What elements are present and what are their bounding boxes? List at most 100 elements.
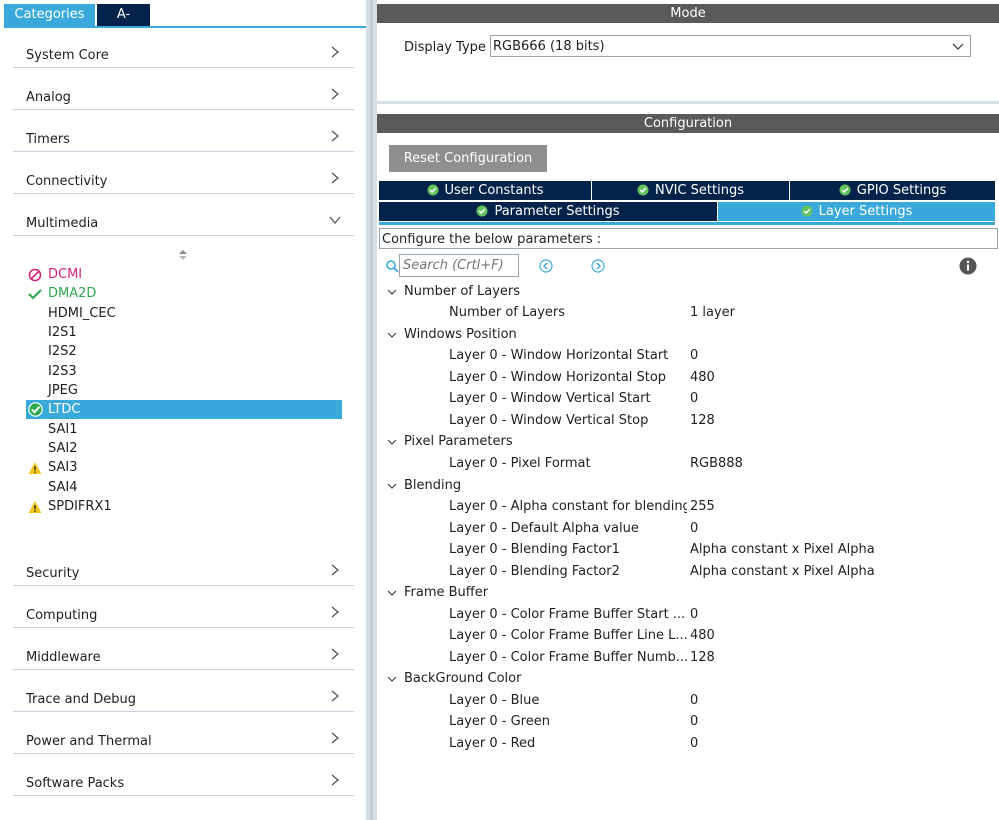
- param-row[interactable]: Layer 0 - Green 0: [449, 713, 989, 733]
- configuration-header: Configuration: [377, 114, 999, 133]
- display-type-select[interactable]: RGB666 (18 bits): [490, 35, 971, 57]
- param-row[interactable]: Layer 0 - Color Frame Buffer Numb... 128: [449, 649, 989, 669]
- param-row[interactable]: Number of Layers 1 layer: [449, 304, 989, 324]
- param-row[interactable]: Layer 0 - Window Vertical Start 0: [449, 390, 989, 410]
- tabs-underline: [4, 26, 366, 28]
- group-background-color[interactable]: BackGround Color: [377, 670, 677, 690]
- category-label: Trace and Debug: [26, 692, 136, 707]
- peripheral-sai3[interactable]: SAI3: [26, 458, 342, 477]
- tab-a-to-z[interactable]: A->Z: [97, 4, 150, 44]
- peripheral-i2s1[interactable]: I2S1: [26, 323, 342, 342]
- tab-label: GPIO Settings: [856, 183, 947, 198]
- peripheral-label: I2S1: [48, 325, 77, 340]
- param-row[interactable]: Layer 0 - Color Frame Buffer Start ... 0: [449, 606, 989, 626]
- param-value: 0: [690, 607, 699, 622]
- param-row[interactable]: Layer 0 - Red 0: [449, 735, 989, 755]
- category-analog[interactable]: Analog: [13, 84, 354, 110]
- category-multimedia[interactable]: Multimedia: [13, 210, 354, 236]
- group-label: Frame Buffer: [404, 585, 489, 600]
- category-trace-and-debug[interactable]: Trace and Debug: [13, 686, 354, 712]
- peripheral-i2s2[interactable]: I2S2: [26, 342, 342, 361]
- tab-nvic-settings[interactable]: NVIC Settings: [592, 181, 790, 200]
- peripheral-jpeg[interactable]: JPEG: [26, 381, 342, 400]
- param-name: Layer 0 - Blue: [449, 693, 540, 708]
- param-name: Layer 0 - Window Horizontal Start: [449, 348, 669, 363]
- param-name: Layer 0 - Pixel Format: [449, 456, 591, 471]
- param-row[interactable]: Layer 0 - Window Horizontal Start 0: [449, 347, 989, 367]
- param-row[interactable]: Layer 0 - Alpha constant for blending 25…: [449, 498, 989, 518]
- group-frame-buffer[interactable]: Frame Buffer: [377, 584, 677, 604]
- chevron-down-icon: [387, 332, 397, 338]
- category-computing[interactable]: Computing: [13, 602, 354, 628]
- tab-categories[interactable]: Categories: [4, 4, 95, 26]
- categories-panel: Categories A->Z System Core Analog Timer…: [0, 0, 366, 820]
- tab-user-constants[interactable]: User Constants: [379, 181, 592, 200]
- peripheral-hdmi-cec[interactable]: HDMI_CEC: [26, 304, 342, 323]
- chevron-right-icon: [331, 690, 340, 702]
- category-system-core[interactable]: System Core: [13, 42, 354, 68]
- param-value: RGB888: [690, 456, 743, 471]
- category-timers[interactable]: Timers: [13, 126, 354, 152]
- panel-splitter[interactable]: [366, 0, 377, 820]
- peripheral-sai2[interactable]: SAI2: [26, 439, 342, 458]
- chevron-right-icon: [331, 774, 340, 786]
- param-row[interactable]: Layer 0 - Window Vertical Stop 128: [449, 412, 989, 432]
- category-security[interactable]: Security: [13, 560, 354, 586]
- category-connectivity[interactable]: Connectivity: [13, 168, 354, 194]
- category-power-and-thermal[interactable]: Power and Thermal: [13, 728, 354, 754]
- peripheral-i2s3[interactable]: I2S3: [26, 362, 342, 381]
- peripheral-sai1[interactable]: SAI1: [26, 420, 342, 439]
- search-input[interactable]: [399, 254, 519, 277]
- peripheral-spdifrx1[interactable]: SPDIFRX1: [26, 497, 342, 516]
- chevron-down-icon: [387, 483, 397, 489]
- chevron-right-icon: [331, 564, 340, 576]
- check-circle-icon: [476, 205, 488, 217]
- chevron-right-icon: [331, 46, 340, 58]
- param-row[interactable]: Layer 0 - Blue 0: [449, 692, 989, 712]
- category-middleware[interactable]: Middleware: [13, 644, 354, 670]
- chevron-right-icon: [331, 648, 340, 660]
- chevron-right-icon: [331, 732, 340, 744]
- category-label: Analog: [26, 90, 71, 105]
- next-result-icon[interactable]: [591, 259, 605, 273]
- param-row[interactable]: Layer 0 - Blending Factor1 Alpha constan…: [449, 541, 989, 561]
- param-row[interactable]: Layer 0 - Default Alpha value 0: [449, 520, 989, 540]
- search-icon: [386, 260, 399, 273]
- param-name: Layer 0 - Color Frame Buffer Start ...: [449, 607, 686, 622]
- previous-result-icon[interactable]: [539, 259, 553, 273]
- tab-layer-settings[interactable]: Layer Settings: [718, 202, 995, 221]
- group-windows-position[interactable]: Windows Position: [377, 326, 677, 346]
- info-icon[interactable]: [959, 257, 977, 275]
- group-blending[interactable]: Blending: [377, 477, 677, 497]
- category-label: Connectivity: [26, 174, 108, 189]
- category-label: Multimedia: [26, 216, 99, 231]
- sort-icon[interactable]: [178, 249, 188, 261]
- param-row[interactable]: Layer 0 - Blending Factor2 Alpha constan…: [449, 563, 989, 583]
- tab-label: Parameter Settings: [494, 204, 620, 219]
- category-software-packs[interactable]: Software Packs: [13, 770, 354, 796]
- peripheral-dcmi[interactable]: DCMI: [26, 265, 342, 284]
- tab-gpio-settings[interactable]: GPIO Settings: [790, 181, 995, 200]
- param-row[interactable]: Layer 0 - Window Horizontal Stop 480: [449, 369, 989, 389]
- param-value: Alpha constant x Pixel Alpha: [690, 564, 875, 579]
- group-pixel-parameters[interactable]: Pixel Parameters: [377, 433, 677, 453]
- param-row[interactable]: Layer 0 - Pixel Format RGB888: [449, 455, 989, 475]
- peripheral-ltdc[interactable]: LTDC: [26, 400, 342, 419]
- group-number-of-layers[interactable]: Number of Layers: [377, 283, 677, 303]
- display-type-value: RGB666 (18 bits): [493, 39, 605, 54]
- peripheral-dma2d[interactable]: DMA2D: [26, 284, 342, 303]
- chevron-right-icon: [331, 606, 340, 618]
- check-circle-icon: [839, 184, 851, 196]
- peripheral-label: SAI3: [48, 460, 78, 475]
- peripheral-label: SAI2: [48, 441, 78, 456]
- param-value: 0: [690, 348, 699, 363]
- reset-configuration-button[interactable]: Reset Configuration: [389, 145, 547, 172]
- peripheral-sai4[interactable]: SAI4: [26, 478, 342, 497]
- peripheral-label: JPEG: [48, 383, 78, 398]
- tab-parameter-settings[interactable]: Parameter Settings: [379, 202, 718, 221]
- chevron-down-icon: [329, 216, 341, 225]
- group-label: Number of Layers: [404, 284, 521, 299]
- param-name: Layer 0 - Blending Factor1: [449, 542, 620, 557]
- peripheral-label: SPDIFRX1: [48, 499, 112, 514]
- param-row[interactable]: Layer 0 - Color Frame Buffer Line L... 4…: [449, 627, 989, 647]
